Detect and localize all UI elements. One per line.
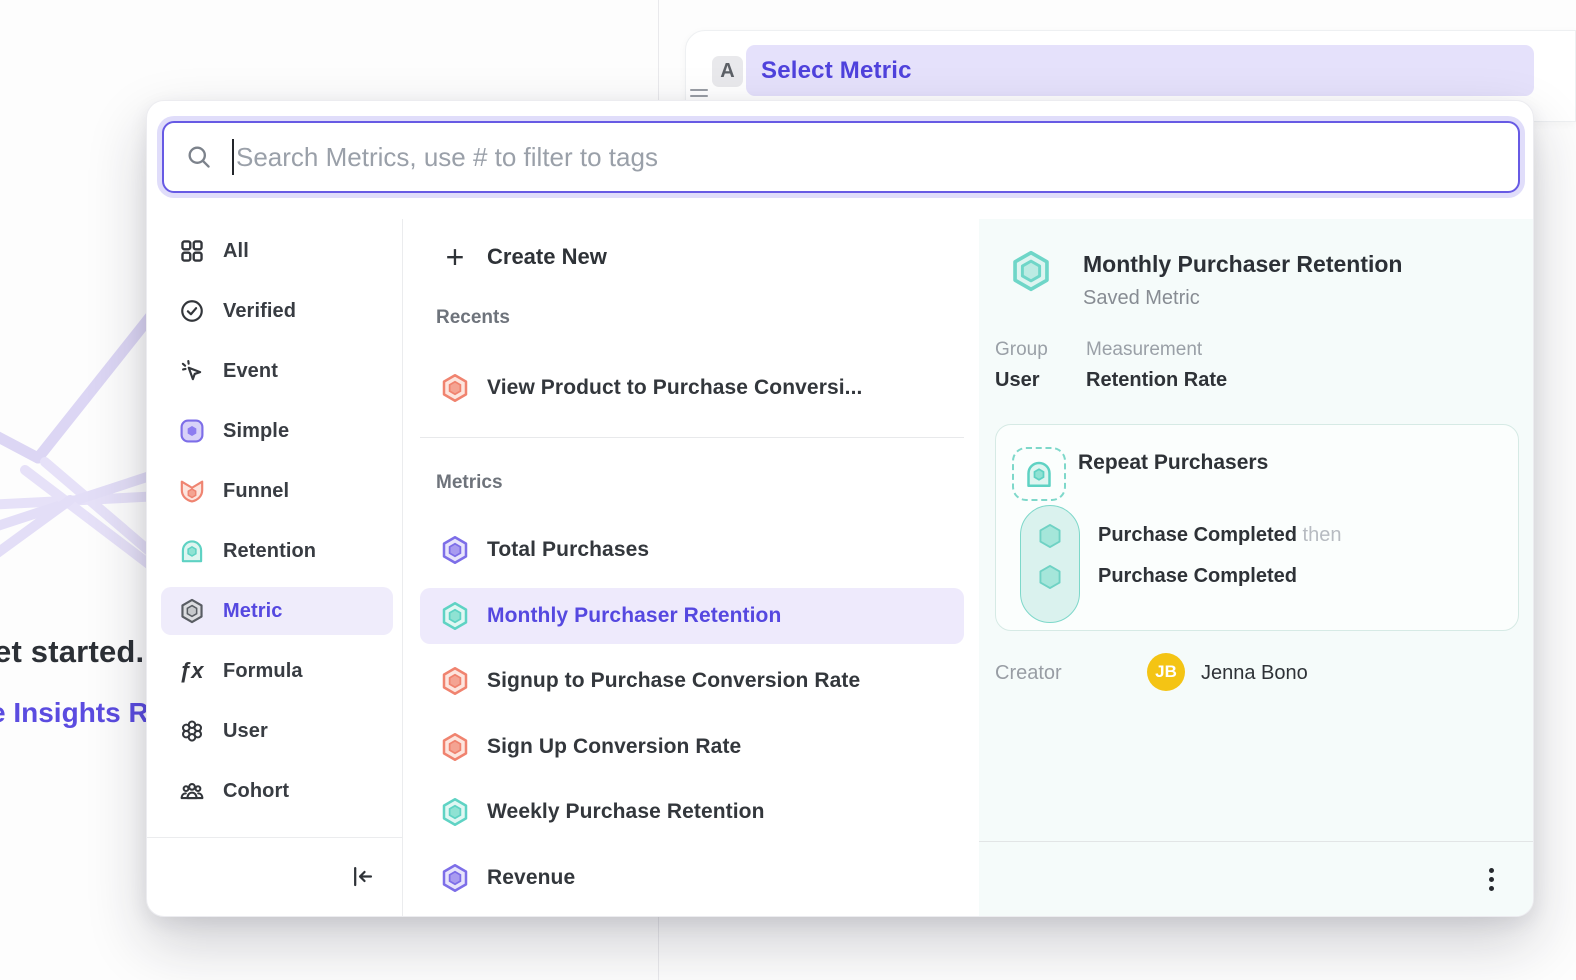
- metric-hexagon-icon-purple: [440, 535, 470, 565]
- sidebar-item-simple[interactable]: Simple: [161, 407, 393, 455]
- metric-row-monthly-purchaser-retention[interactable]: Monthly Purchaser Retention: [420, 588, 964, 644]
- column-divider: [402, 219, 403, 916]
- sidebar-item-label: Verified: [223, 300, 296, 323]
- background-insights-link[interactable]: e Insights Re: [0, 697, 164, 729]
- metric-details-panel: Monthly Purchaser Retention Saved Metric…: [979, 219, 1534, 916]
- sidebar-item-label: Metric: [223, 600, 283, 623]
- sidebar-item-cohort[interactable]: Cohort: [161, 767, 393, 815]
- event-hexagon-icon: [1036, 522, 1064, 550]
- creator-avatar: JB: [1147, 653, 1185, 691]
- sidebar-footer-divider: [147, 837, 402, 838]
- metric-hexagon-icon-salmon: [440, 666, 470, 696]
- sidebar-item-label: Funnel: [223, 480, 289, 503]
- sidebar-item-formula[interactable]: ƒx Formula: [161, 647, 393, 695]
- cohort-people-icon: [179, 778, 205, 804]
- collapse-sidebar-button[interactable]: [345, 859, 379, 893]
- collapse-left-icon: [349, 863, 376, 890]
- verified-badge-icon: [179, 298, 205, 324]
- metric-hexagon-icon-teal: [440, 601, 470, 631]
- section-divider: [420, 437, 964, 438]
- metric-row-label: Signup to Purchase Conversion Rate: [487, 669, 860, 693]
- group-label: Group: [995, 339, 1048, 361]
- metrics-section-label: Metrics: [436, 472, 503, 494]
- retention-definition-icon: [1012, 447, 1066, 501]
- details-subtitle: Saved Metric: [1083, 287, 1200, 310]
- metric-row-label: Sign Up Conversion Rate: [487, 735, 741, 759]
- recents-section-label: Recents: [436, 307, 510, 329]
- sidebar-item-label: All: [223, 240, 249, 263]
- sidebar-item-all[interactable]: All: [161, 227, 393, 275]
- metric-hexagon-icon-salmon: [440, 373, 470, 403]
- grid-icon: [179, 238, 205, 264]
- metric-row-weekly-purchase-retention[interactable]: Weekly Purchase Retention: [420, 784, 964, 840]
- metric-hexagon-icon-purple: [440, 863, 470, 893]
- measurement-label: Measurement: [1086, 339, 1202, 361]
- search-box: [162, 121, 1520, 193]
- metric-picker-modal: All Verified Event: [146, 100, 1534, 917]
- filter-sidebar: All Verified Event: [161, 227, 393, 827]
- formula-icon: ƒx: [179, 658, 205, 684]
- definition-step-1: Purchase Completed then: [1098, 524, 1341, 547]
- metric-row-total-purchases[interactable]: Total Purchases: [420, 522, 964, 578]
- screen: et started. e Insights Re A Select Metri…: [0, 0, 1576, 980]
- metric-hexagon-icon-teal: [440, 797, 470, 827]
- metric-row-label: Revenue: [487, 866, 575, 890]
- metric-row-sign-up-conversion[interactable]: Sign Up Conversion Rate: [420, 719, 964, 775]
- background-heading-fragment: et started.: [0, 634, 144, 670]
- retention-arch-icon: [179, 538, 205, 564]
- simple-metric-icon: [179, 418, 205, 444]
- sidebar-item-user[interactable]: User: [161, 707, 393, 755]
- metric-row-label: Weekly Purchase Retention: [487, 800, 765, 824]
- group-value: User: [995, 369, 1039, 392]
- metric-row-signup-to-purchase[interactable]: Signup to Purchase Conversion Rate: [420, 653, 964, 709]
- definition-step-2: Purchase Completed: [1098, 565, 1297, 588]
- creator-name: Jenna Bono: [1201, 662, 1308, 685]
- event-sequence-pill: [1020, 505, 1080, 623]
- funnel-icon: [179, 478, 205, 504]
- sidebar-item-label: User: [223, 720, 268, 743]
- connector-word: then: [1303, 524, 1342, 546]
- definition-title: Repeat Purchasers: [1078, 451, 1268, 475]
- sidebar-item-retention[interactable]: Retention: [161, 527, 393, 575]
- metric-definition-card: Repeat Purchasers Purchase Completed the…: [995, 424, 1519, 631]
- more-options-button[interactable]: [1479, 864, 1503, 894]
- metric-hexagon-icon-salmon: [440, 732, 470, 762]
- metric-hexagon-icon: [179, 598, 205, 624]
- sidebar-item-label: Retention: [223, 540, 316, 563]
- sidebar-item-label: Event: [223, 360, 278, 383]
- metric-row-label: View Product to Purchase Conversi...: [487, 376, 863, 400]
- sidebar-item-label: Cohort: [223, 780, 289, 803]
- metric-row-label: Monthly Purchaser Retention: [487, 604, 781, 628]
- sidebar-item-verified[interactable]: Verified: [161, 287, 393, 335]
- sidebar-item-label: Formula: [223, 660, 303, 683]
- search-input[interactable]: [236, 127, 1518, 187]
- cursor-sparkle-icon: [179, 358, 205, 384]
- create-new-label: Create New: [487, 244, 607, 270]
- sidebar-item-event[interactable]: Event: [161, 347, 393, 395]
- saved-metric-hexagon-icon: [1009, 249, 1053, 293]
- sidebar-item-funnel[interactable]: Funnel: [161, 467, 393, 515]
- metric-letter-badge[interactable]: A: [712, 56, 743, 87]
- user-cluster-icon: [179, 718, 205, 744]
- creator-label: Creator: [995, 662, 1062, 685]
- event-hexagon-icon: [1036, 563, 1064, 591]
- plus-icon: +: [440, 242, 470, 272]
- select-metric-button[interactable]: Select Metric: [746, 45, 1534, 96]
- measurement-value: Retention Rate: [1086, 369, 1227, 392]
- panel-footer-divider: [979, 841, 1534, 842]
- search-icon: [185, 143, 213, 171]
- details-title: Monthly Purchaser Retention: [1083, 251, 1402, 278]
- create-new-button[interactable]: + Create New: [420, 229, 964, 285]
- text-cursor: [232, 139, 234, 175]
- metric-row-revenue[interactable]: Revenue: [420, 850, 964, 906]
- metric-row-label: Total Purchases: [487, 538, 649, 562]
- sidebar-item-label: Simple: [223, 420, 289, 443]
- recent-metric-row[interactable]: View Product to Purchase Conversi...: [420, 360, 964, 416]
- sidebar-item-metric[interactable]: Metric: [161, 587, 393, 635]
